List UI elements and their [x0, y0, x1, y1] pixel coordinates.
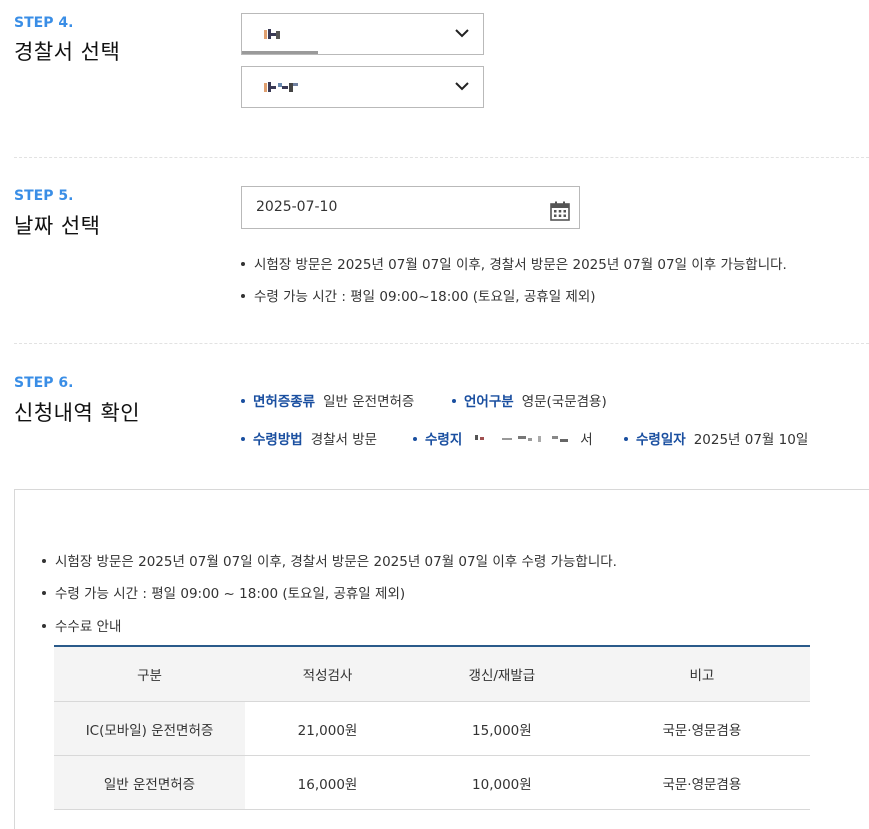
step6-title: 신청내역 확인 — [14, 401, 141, 425]
bullet-dot — [241, 399, 245, 403]
info-place: 수령지 서 — [413, 428, 593, 448]
info-license-type: 면허증종류 일반 운전면허증 — [241, 390, 414, 410]
date-note-2: 수령 가능 시간 : 평일 09:00~18:00 (토요일, 공휴일 제외) — [241, 285, 596, 305]
step4-label: STEP 4. — [14, 15, 74, 31]
table-row: IC(모바일) 운전면허증 21,000원 15,000원 국문·영문겸용 — [54, 701, 810, 756]
bullet-dot — [413, 437, 417, 441]
bullet-dot — [241, 262, 245, 266]
date-input[interactable]: 2025-07-10 — [241, 186, 580, 229]
redacted-place — [475, 435, 569, 442]
table-cell: 16,000원 — [245, 755, 411, 810]
section-divider — [14, 157, 869, 158]
info-date: 수령일자 2025년 07월 10일 — [624, 428, 808, 448]
table-cell: 국문·영문겸용 — [593, 701, 810, 756]
notice-line-2: 수령 가능 시간 : 평일 09:00 ~ 18:00 (토요일, 공휴일 제외… — [42, 582, 405, 602]
bullet-dot — [42, 624, 46, 628]
step6-label: STEP 6. — [14, 375, 74, 391]
table-row-head: 일반 운전면허증 — [54, 755, 245, 810]
bullet-dot — [42, 591, 46, 595]
table-cell: 15,000원 — [410, 701, 594, 756]
step5-label: STEP 5. — [14, 188, 74, 204]
redacted-region-value — [264, 29, 280, 39]
calendar-icon[interactable] — [550, 201, 570, 221]
table-cell: 10,000원 — [410, 755, 594, 810]
chevron-down-icon — [455, 82, 469, 91]
notice-line-3: 수수료 안내 — [42, 615, 121, 635]
step4-title: 경찰서 선택 — [14, 40, 121, 64]
fee-table: 구분 적성검사 갱신/재발급 비고 IC(모바일) 운전면허증 21,000원 … — [54, 645, 810, 810]
date-note-1: 시험장 방문은 2025년 07월 07일 이후, 경찰서 방문은 2025년 … — [241, 253, 787, 273]
step5-title: 날짜 선택 — [14, 214, 101, 238]
table-row: 일반 운전면허증 16,000원 10,000원 국문·영문겸용 — [54, 755, 810, 810]
table-header-cell: 적성검사 — [245, 645, 411, 702]
table-header-row: 구분 적성검사 갱신/재발급 비고 — [54, 645, 810, 702]
chevron-down-icon — [455, 29, 469, 38]
table-cell: 국문·영문겸용 — [593, 755, 810, 810]
redacted-station-value — [264, 82, 298, 92]
section-divider — [14, 343, 869, 344]
info-method: 수령방법 경찰서 방문 — [241, 428, 377, 448]
region-select[interactable] — [241, 13, 484, 55]
bullet-dot — [624, 437, 628, 441]
table-header-cell: 비고 — [593, 645, 810, 702]
select-underline — [242, 51, 318, 54]
bullet-dot — [452, 399, 456, 403]
police-station-select[interactable] — [241, 66, 484, 108]
table-cell: 21,000원 — [245, 701, 411, 756]
bullet-dot — [42, 559, 46, 563]
table-row-head: IC(모바일) 운전면허증 — [54, 701, 245, 756]
notice-line-1: 시험장 방문은 2025년 07월 07일 이후, 경찰서 방문은 2025년 … — [42, 550, 617, 570]
info-language: 언어구분 영문(국문겸용) — [452, 390, 607, 410]
bullet-dot — [241, 437, 245, 441]
date-value: 2025-07-10 — [256, 199, 338, 215]
table-header-cell: 구분 — [54, 645, 245, 702]
table-header-cell: 갱신/재발급 — [410, 645, 594, 702]
bullet-dot — [241, 294, 245, 298]
